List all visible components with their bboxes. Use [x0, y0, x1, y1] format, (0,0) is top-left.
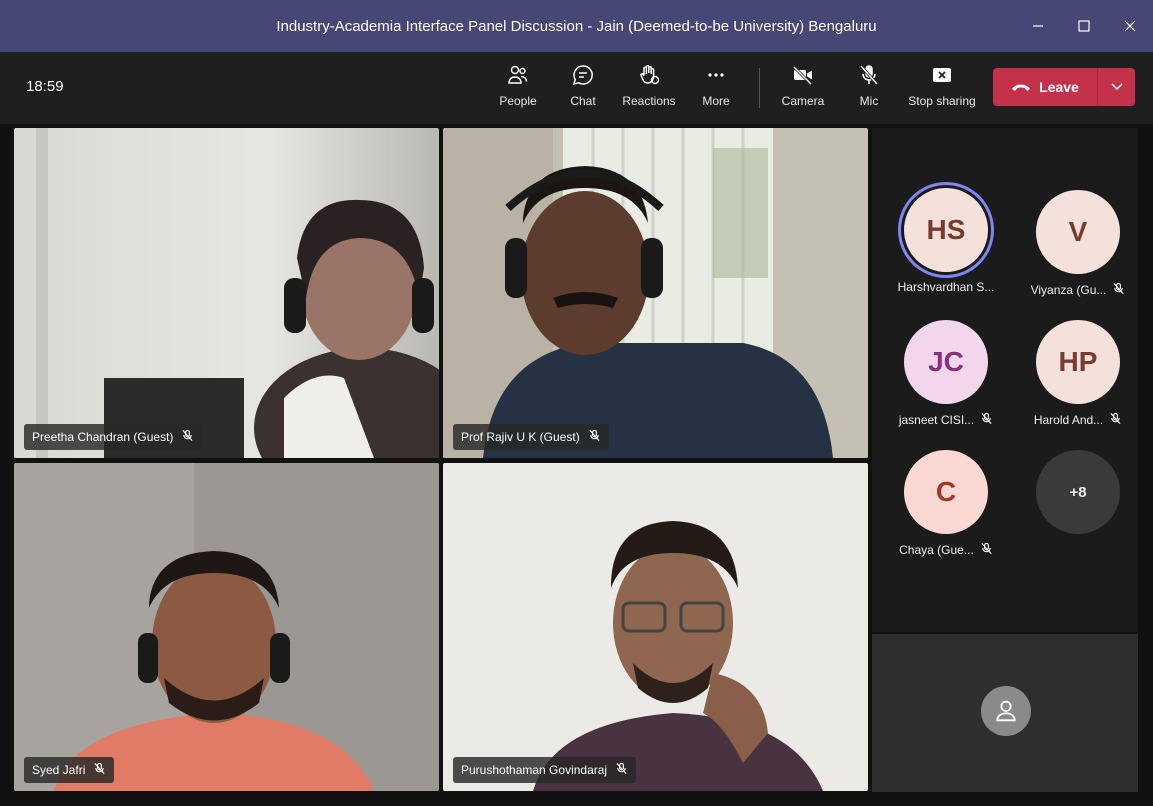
more-label: More	[702, 94, 730, 108]
window-controls	[1015, 0, 1153, 52]
mic-off-icon	[857, 60, 881, 90]
participant-tile-v[interactable]: V Viyanza (Gu...	[1018, 190, 1138, 298]
mic-off-icon	[980, 542, 993, 558]
avatar: V	[1036, 190, 1120, 274]
stop-sharing-button[interactable]: Stop sharing	[903, 60, 981, 116]
avatar: C	[904, 450, 988, 534]
leave-options-button[interactable]	[1098, 68, 1135, 106]
camera-off-icon	[791, 60, 815, 90]
video-tile-rajiv[interactable]: Prof Rajiv U K (Guest)	[443, 128, 868, 458]
video-tile-preetha[interactable]: Preetha Chandran (Guest)	[14, 128, 439, 458]
chat-label: Chat	[570, 94, 596, 108]
more-participants-count: +8	[1036, 450, 1120, 534]
leave-button-group: Leave	[993, 68, 1135, 106]
participant-name: Viyanza (Gu...	[1030, 283, 1107, 297]
self-avatar-icon	[981, 686, 1031, 736]
participant-name: Prof Rajiv U K (Guest)	[461, 430, 580, 444]
toolbar-divider	[759, 68, 760, 108]
more-button[interactable]: More	[697, 60, 735, 116]
participant-name-tag: Prof Rajiv U K (Guest)	[453, 424, 609, 450]
participant-name-row: Viyanza (Gu...	[1018, 282, 1138, 298]
participant-gallery: HS Harshvardhan S... V Viyanza (Gu... JC…	[872, 128, 1138, 632]
meeting-toolbar: 18:59 People Chat Reactions More Camera	[0, 52, 1153, 124]
participant-tile-hs[interactable]: HS Harshvardhan S...	[886, 188, 1006, 294]
mic-off-icon	[1109, 412, 1122, 428]
mic-off-icon	[588, 429, 601, 445]
participant-video	[443, 463, 868, 791]
participant-name-row: Harshvardhan S...	[886, 280, 1006, 294]
video-tile-purushothaman[interactable]: Purushothaman Govindaraj	[443, 463, 868, 791]
leave-label: Leave	[1039, 79, 1079, 95]
participant-name: jasneet CISI...	[898, 413, 975, 427]
participant-name-tag: Syed Jafri	[24, 757, 115, 783]
participant-name: Preetha Chandran (Guest)	[32, 430, 174, 444]
mic-off-icon	[1112, 282, 1125, 298]
meeting-timer: 18:59	[26, 78, 64, 95]
avatar: HS	[904, 188, 988, 272]
mic-off-icon	[980, 412, 993, 428]
mic-button[interactable]: Mic	[851, 60, 887, 116]
participant-name: Syed Jafri	[32, 763, 86, 777]
self-view-tile[interactable]	[872, 634, 1138, 792]
title-bar: Industry-Academia Interface Panel Discus…	[0, 0, 1153, 52]
reactions-label: Reactions	[622, 94, 676, 108]
more-participants-button[interactable]: +8	[1018, 450, 1138, 534]
participant-name-row: jasneet CISI...	[886, 412, 1006, 428]
video-tile-syed[interactable]: Syed Jafri	[14, 463, 439, 791]
leave-button[interactable]: Leave	[993, 68, 1097, 106]
participant-tile-hp[interactable]: HP Harold And...	[1018, 320, 1138, 428]
participant-name: Harshvardhan S...	[897, 280, 995, 294]
stop-sharing-label: Stop sharing	[908, 94, 976, 108]
avatar: HP	[1036, 320, 1120, 404]
reactions-button[interactable]: Reactions	[619, 60, 679, 116]
camera-button[interactable]: Camera	[778, 60, 828, 116]
participant-name-row: Chaya (Gue...	[886, 542, 1006, 558]
people-button[interactable]: People	[496, 60, 540, 116]
chevron-down-icon	[1110, 83, 1123, 91]
participant-name-tag: Purushothaman Govindaraj	[453, 757, 637, 783]
maximize-icon[interactable]	[1061, 0, 1107, 52]
more-icon	[704, 60, 728, 90]
chat-button[interactable]: Chat	[563, 60, 603, 116]
mic-off-icon	[93, 762, 106, 778]
participant-video	[14, 128, 439, 458]
participant-tile-c[interactable]: C Chaya (Gue...	[886, 450, 1006, 558]
participant-video	[443, 128, 868, 458]
minimize-icon[interactable]	[1015, 0, 1061, 52]
mic-off-icon	[181, 429, 194, 445]
window-title: Industry-Academia Interface Panel Discus…	[276, 17, 877, 35]
participant-name-tag: Preetha Chandran (Guest)	[24, 424, 203, 450]
participant-name: Purushothaman Govindaraj	[461, 763, 608, 777]
avatar: JC	[904, 320, 988, 404]
participant-name: Chaya (Gue...	[899, 543, 974, 557]
reactions-icon	[637, 60, 661, 90]
close-icon[interactable]	[1107, 0, 1153, 52]
mic-off-icon	[615, 762, 628, 778]
chat-icon	[571, 60, 595, 90]
people-icon	[506, 60, 530, 90]
mic-label: Mic	[859, 94, 879, 108]
stop-sharing-icon	[930, 60, 954, 90]
participant-name-row: Harold And...	[1018, 412, 1138, 428]
people-label: People	[499, 94, 537, 108]
participant-name: Harold And...	[1033, 413, 1104, 427]
participant-video	[14, 463, 439, 791]
hang-up-icon	[1012, 84, 1031, 91]
participant-tile-jc[interactable]: JC jasneet CISI...	[886, 320, 1006, 428]
camera-label: Camera	[781, 94, 825, 108]
